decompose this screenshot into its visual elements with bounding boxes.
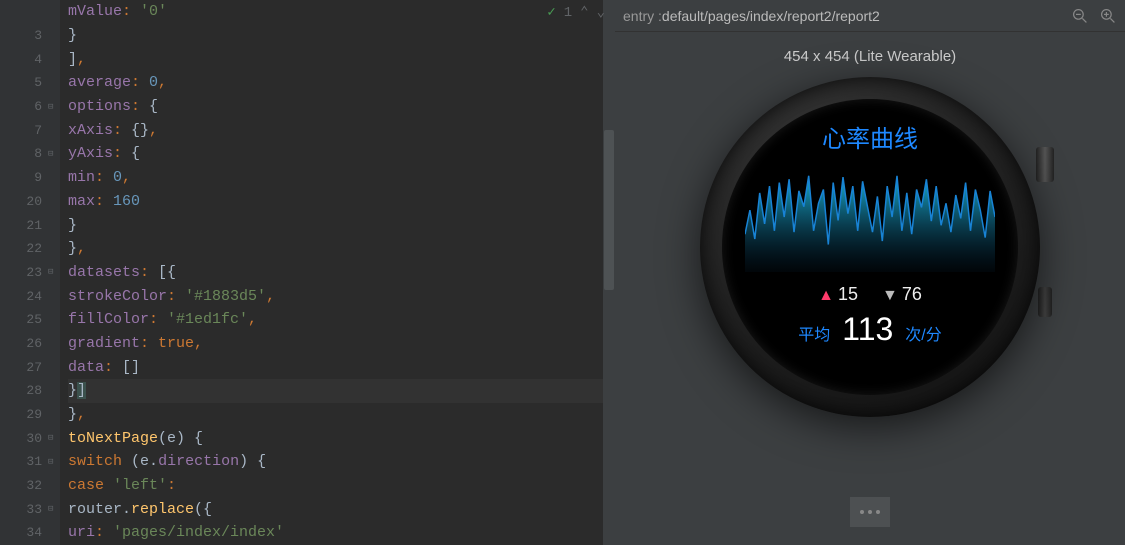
next-issue-icon[interactable]: ⌄ [597, 4, 605, 21]
code-line[interactable]: } [68, 213, 615, 237]
gutter-line-number[interactable]: 26 [0, 332, 60, 356]
code-line[interactable]: gradient: true, [68, 332, 615, 356]
gutter-line-number[interactable]: 8⊟ [0, 142, 60, 166]
gutter-line-number[interactable]: 9 [0, 166, 60, 190]
avg-label: 平均 [798, 321, 830, 345]
watch-chart [745, 162, 995, 272]
gutter-line-number[interactable]: 27 [0, 355, 60, 379]
gutter-line-number[interactable]: 29 [0, 403, 60, 427]
code-line[interactable]: toNextPage(e) { [68, 426, 615, 450]
code-line[interactable]: case 'left': [68, 474, 615, 498]
zoom-out-icon[interactable] [1071, 7, 1089, 25]
gutter-line-number[interactable]: 25 [0, 308, 60, 332]
zoom-in-icon[interactable] [1099, 7, 1117, 25]
gutter-line-number[interactable]: 33⊟ [0, 497, 60, 521]
code-line[interactable]: switch (e.direction) { [68, 450, 615, 474]
scrollbar-track[interactable] [603, 0, 615, 545]
watch-face[interactable]: 心率曲线 ▲15 ▼76 平均 113 次/分 [722, 99, 1018, 395]
code-line[interactable]: min: 0, [68, 166, 615, 190]
code-editor-pane[interactable]: ✓ 1 ⌃ ⌄ 3456⊟78⊟920212223⊟24252627282930… [0, 0, 615, 545]
code-line[interactable]: data: [] [68, 355, 615, 379]
code-area[interactable]: mValue: '0' } ], average: 0, options: { … [60, 0, 615, 545]
code-line[interactable]: }] [68, 379, 615, 403]
code-line[interactable]: max: 160 [68, 190, 615, 214]
dot-icon [860, 510, 864, 514]
gutter-line-number[interactable]: 34 [0, 521, 60, 545]
code-line[interactable]: }, [68, 403, 615, 427]
code-line[interactable]: mValue: '0' [68, 0, 615, 24]
check-icon: ✓ [547, 4, 555, 21]
watch-average-row: 平均 113 次/分 [798, 311, 941, 348]
watch-low-stat: ▼76 [882, 284, 922, 305]
watch-crown-bottom [1038, 287, 1052, 317]
watch-device: 心率曲线 ▲15 ▼76 平均 113 次/分 [690, 77, 1050, 457]
code-line[interactable]: datasets: [{ [68, 261, 615, 285]
prev-issue-icon[interactable]: ⌃ [580, 4, 588, 21]
watch-title: 心率曲线 [822, 119, 918, 154]
entry-label: entry : [623, 8, 662, 24]
code-line[interactable]: uri: 'pages/index/index' [68, 521, 615, 545]
code-line[interactable]: ], [68, 47, 615, 71]
dot-icon [876, 510, 880, 514]
preview-pane: entry : default/pages/index/report2/repo… [615, 0, 1125, 545]
gutter-line-number[interactable]: 21 [0, 213, 60, 237]
code-line[interactable]: router.replace({ [68, 497, 615, 521]
preview-top-bar: entry : default/pages/index/report2/repo… [615, 0, 1125, 32]
code-line[interactable]: } [68, 24, 615, 48]
code-line[interactable]: yAxis: { [68, 142, 615, 166]
triangle-down-icon: ▼ [882, 287, 898, 304]
code-line[interactable]: strokeColor: '#1883d5', [68, 284, 615, 308]
watch-stats-row: ▲15 ▼76 [818, 284, 922, 305]
more-actions-button[interactable] [850, 497, 890, 527]
gutter-line-number[interactable]: 28 [0, 379, 60, 403]
code-line[interactable]: fillColor: '#1ed1fc', [68, 308, 615, 332]
gutter-line-number[interactable]: 24 [0, 284, 60, 308]
gutter-line-number[interactable]: 20 [0, 190, 60, 214]
dot-icon [868, 510, 872, 514]
editor-gutter[interactable]: 3456⊟78⊟920212223⊟24252627282930⊟31⊟3233… [0, 0, 60, 545]
watch-high-stat: ▲15 [818, 284, 858, 305]
avg-value: 113 [842, 311, 893, 348]
inspection-count: 1 [564, 5, 572, 21]
device-dimensions-label: 454 x 454 (Lite Wearable) [784, 48, 956, 65]
gutter-line-number[interactable]: 30⊟ [0, 426, 60, 450]
gutter-line-number[interactable]: 3 [0, 24, 60, 48]
code-line[interactable]: options: { [68, 95, 615, 119]
entry-path: default/pages/index/report2/report2 [662, 8, 880, 24]
avg-unit: 次/分 [905, 321, 941, 345]
preview-body: 454 x 454 (Lite Wearable) 心率曲线 ▲15 ▼76 平… [615, 32, 1125, 545]
code-line[interactable]: xAxis: {}, [68, 118, 615, 142]
triangle-up-icon: ▲ [818, 287, 834, 304]
gutter-line-number[interactable]: 6⊟ [0, 95, 60, 119]
scrollbar-thumb[interactable] [604, 130, 614, 290]
watch-crown-top [1036, 147, 1054, 182]
gutter-line-number[interactable]: 7 [0, 118, 60, 142]
gutter-line-number[interactable]: 22 [0, 237, 60, 261]
gutter-line-number[interactable] [0, 0, 60, 24]
gutter-line-number[interactable]: 4 [0, 47, 60, 71]
gutter-line-number[interactable]: 31⊟ [0, 450, 60, 474]
gutter-line-number[interactable]: 32 [0, 474, 60, 498]
code-line[interactable]: }, [68, 237, 615, 261]
gutter-line-number[interactable]: 5 [0, 71, 60, 95]
code-line[interactable]: average: 0, [68, 71, 615, 95]
gutter-line-number[interactable]: 23⊟ [0, 261, 60, 285]
editor-inspection-widget[interactable]: ✓ 1 ⌃ ⌄ [547, 4, 605, 21]
